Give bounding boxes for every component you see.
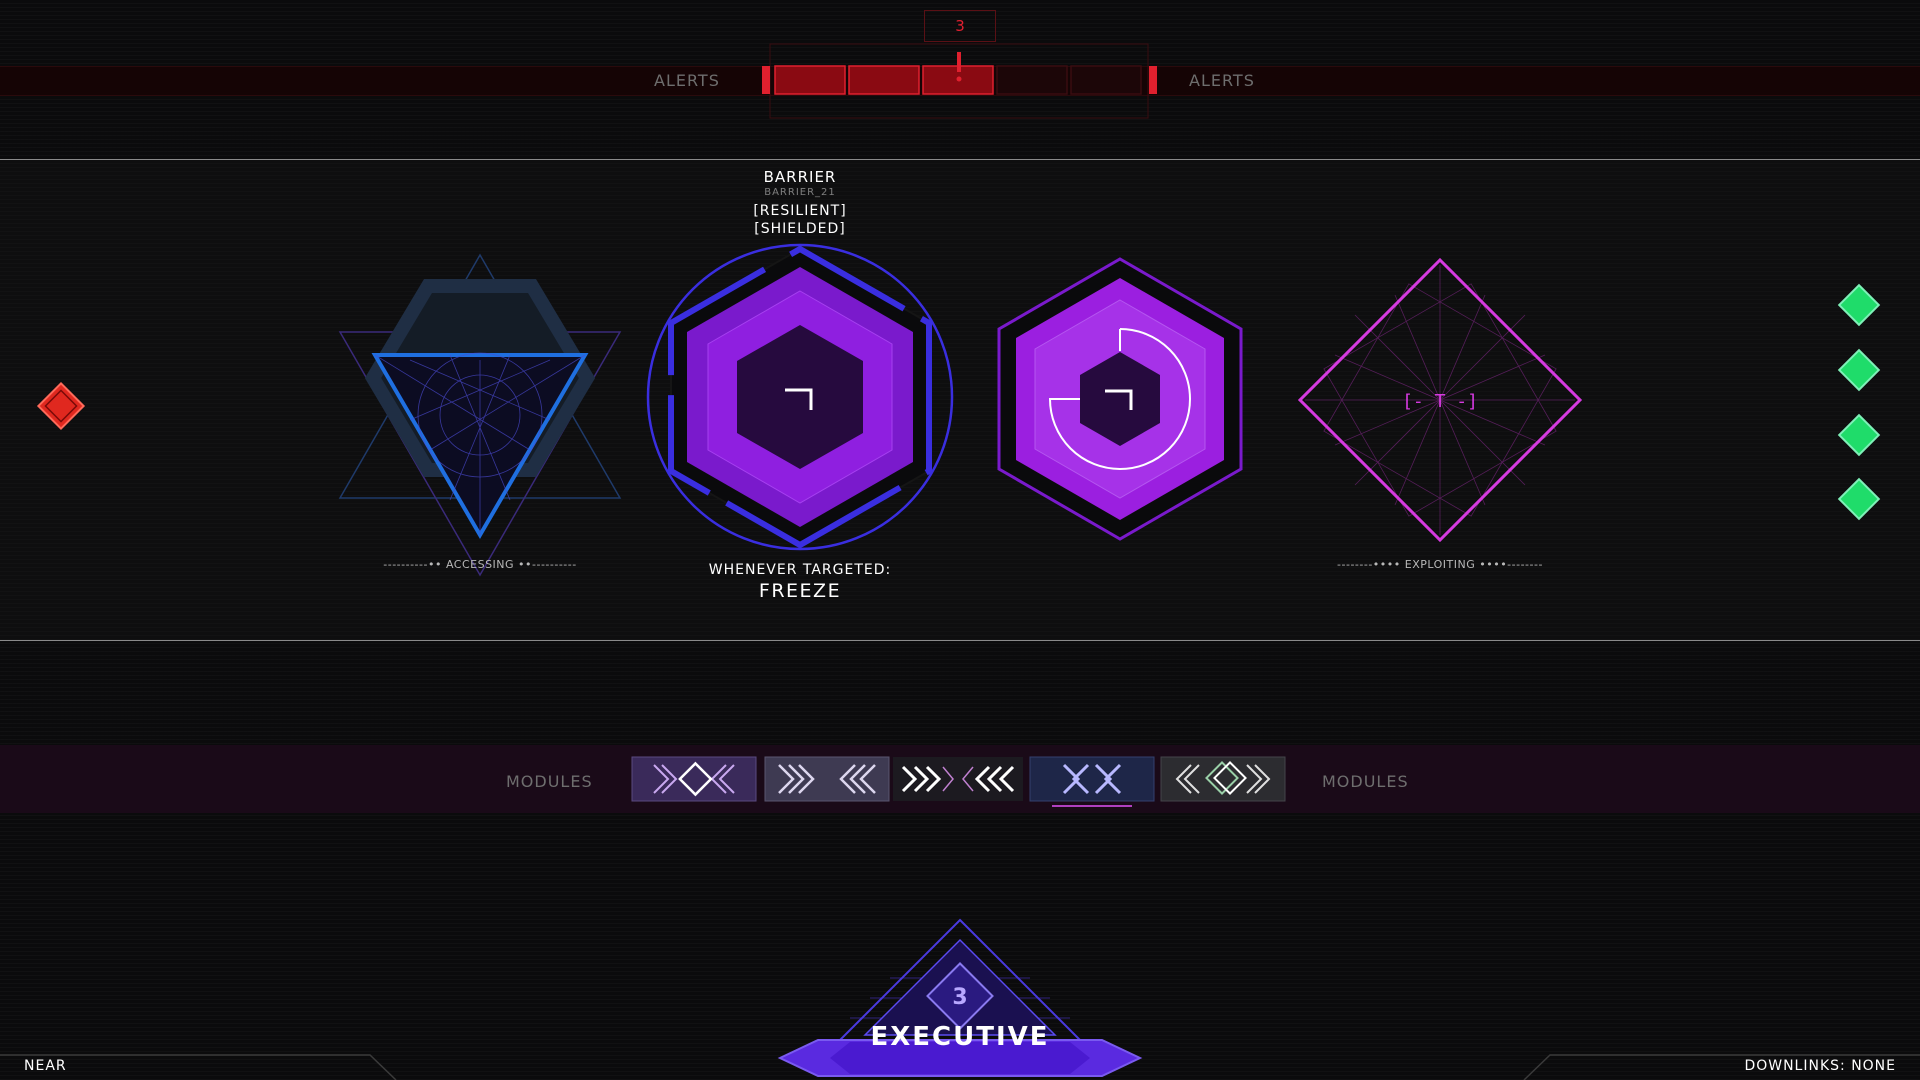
green-diamond-icon (1837, 348, 1881, 392)
rank-emblem: 3 (777, 918, 1143, 1077)
rank-glyph: 3 (952, 985, 967, 1010)
trigger-effect: FREEZE (758, 580, 842, 602)
barrier-tag-shielded: [SHIELDED] (754, 221, 846, 237)
rank-label: EXECUTIVE (870, 1022, 1050, 1052)
barrier-id: BARRIER_21 (764, 187, 836, 198)
module-grey-diamond-icon[interactable] (1160, 756, 1287, 802)
range-label: NEAR (24, 1058, 67, 1074)
hexagon-barrier-icon[interactable] (645, 243, 955, 555)
barrier-title: BARRIER (763, 168, 837, 186)
module-x-chevron-icon[interactable] (1029, 756, 1156, 807)
modules-label-left: MODULES (506, 772, 593, 791)
trigger-label: WHENEVER TARGETED: (708, 562, 892, 578)
right-indicator-column (1837, 283, 1881, 521)
node-track (0, 159, 1920, 641)
red-diamond-icon[interactable] (36, 381, 86, 431)
green-diamond-icon (1837, 283, 1881, 327)
exploiting-caption: --------•••• EXPLOITING ••••-------- (1337, 558, 1543, 571)
module-chevron-diamond-icon[interactable] (631, 756, 758, 802)
alert-segment-filled (848, 65, 920, 95)
green-diamond-icon (1837, 477, 1881, 521)
module-double-chevron-icon[interactable] (764, 756, 891, 802)
exploit-glyph: [- T -] (1402, 391, 1478, 412)
triangle-node-icon[interactable] (330, 250, 630, 590)
alert-segment-empty (1070, 65, 1142, 95)
module-arrow-burst-icon[interactable] (893, 757, 1025, 801)
barrier-tag-resilient: [RESILIENT] (753, 203, 847, 219)
hexagon-progress-icon[interactable] (995, 256, 1245, 546)
modules-label-right: MODULES (1322, 772, 1409, 791)
alert-meter (762, 43, 1157, 119)
diamond-node-icon[interactable]: [- T -] (1295, 255, 1585, 545)
accessing-caption: ----------•• ACCESSING ••---------- (383, 558, 577, 571)
alert-segment-filled (774, 65, 846, 95)
green-diamond-icon (1837, 413, 1881, 457)
downlinks-label: DOWNLINKS: NONE (1744, 1058, 1896, 1074)
alert-segment-empty (996, 65, 1068, 95)
